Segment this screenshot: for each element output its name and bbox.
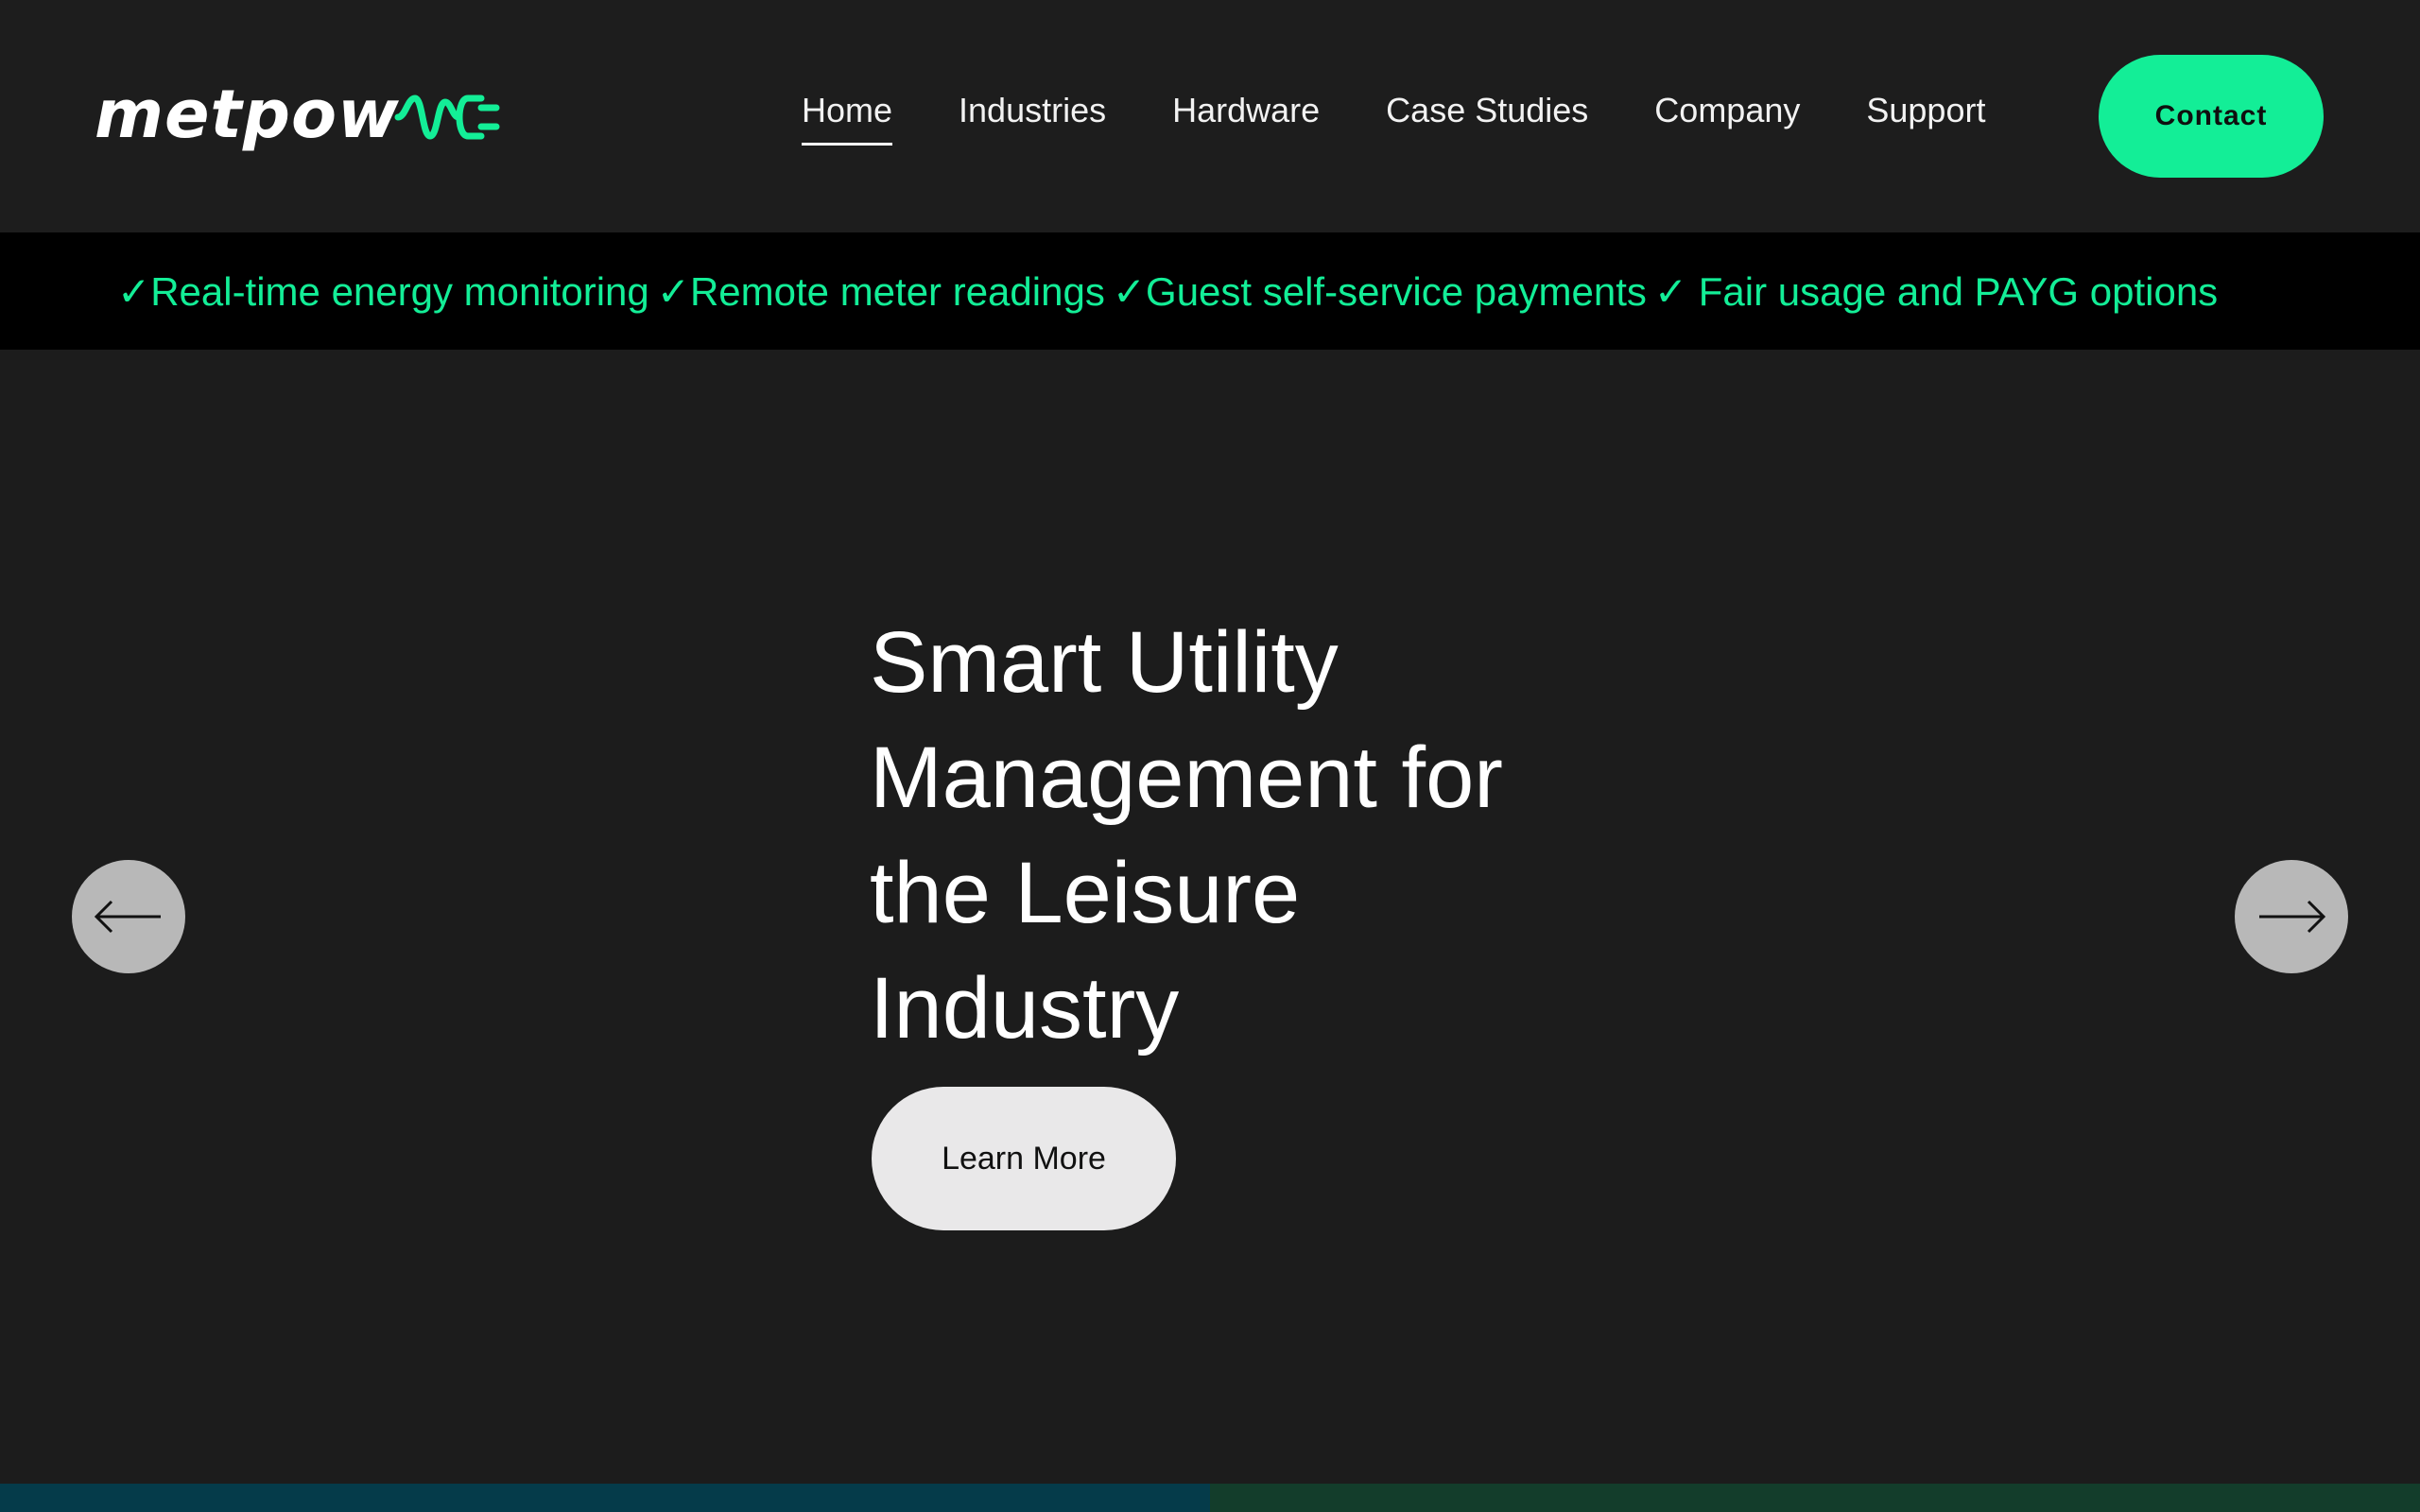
nav-item-hardware[interactable]: Hardware <box>1172 91 1320 130</box>
nav-item-case-studies[interactable]: Case Studies <box>1386 91 1588 130</box>
main-nav: Home Industries Hardware Case Studies Co… <box>802 91 1985 146</box>
contact-button[interactable]: Contact <box>2099 55 2324 178</box>
arrow-right-icon <box>2259 900 2326 934</box>
hero-title-line: Smart Utility <box>870 614 1339 711</box>
section-panel-left <box>0 1484 1210 1512</box>
nav-item-company[interactable]: Company <box>1654 91 1800 130</box>
plug-icon <box>394 94 500 140</box>
section-panel-right <box>1210 1484 2420 1512</box>
feature-item: ✓Real-time energy monitoring <box>117 268 649 314</box>
hero-title-line: the Leisure <box>870 845 1301 941</box>
site-header: metpow Home Industries Hardware Case Stu… <box>0 0 2420 232</box>
logo-wordmark: metpow <box>95 76 400 153</box>
hero-title-line: Management for <box>870 730 1503 826</box>
nav-item-support[interactable]: Support <box>1866 91 1985 130</box>
hero-carousel: Smart Utility Management for the Leisure… <box>0 350 2420 1484</box>
nav-item-home[interactable]: Home <box>802 91 893 146</box>
feature-item: ✓ Fair usage and PAYG options <box>1653 268 2219 314</box>
feature-strip: ✓Real-time energy monitoring ✓Remote met… <box>0 232 2420 350</box>
learn-more-button[interactable]: Learn More <box>872 1087 1176 1230</box>
carousel-next-button[interactable] <box>2235 860 2348 973</box>
carousel-prev-button[interactable] <box>72 860 185 973</box>
hero-title: Smart Utility Management for the Leisure… <box>870 605 1588 1066</box>
feature-item: ✓Remote meter readings <box>656 268 1105 314</box>
feature-item: ✓Guest self-service payments <box>1112 268 1647 314</box>
arrow-left-icon <box>94 900 161 934</box>
nav-item-industries[interactable]: Industries <box>959 91 1106 130</box>
logo[interactable]: metpow <box>95 72 508 157</box>
next-section-preview <box>0 1484 2420 1512</box>
hero-title-line: Industry <box>870 960 1180 1057</box>
